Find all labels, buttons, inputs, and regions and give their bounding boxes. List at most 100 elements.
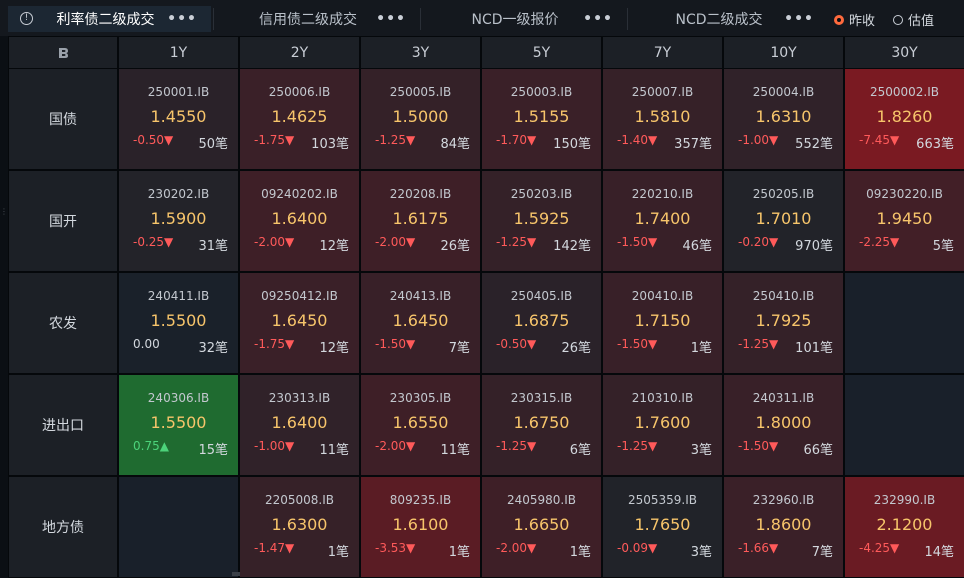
column-header-3y: 3Y (361, 37, 480, 68)
bond-code: 250405.IB (510, 289, 573, 303)
quote-cell[interactable]: 240413.IB 1.6450 -1.50▼ 7笔 (361, 273, 480, 373)
bond-code: 09250412.IB (261, 289, 338, 303)
bond-code: 220210.IB (631, 187, 694, 201)
more-icon[interactable]: ••• (376, 11, 406, 27)
change-bp: -0.09▼ (617, 541, 658, 555)
yield-value: 1.7925 (755, 311, 812, 330)
quote-cell[interactable]: 09230220.IB 1.9450 -2.25▼ 5笔 (845, 171, 964, 271)
resize-handle-icon[interactable] (232, 572, 240, 576)
quote-cell[interactable]: 250007.IB 1.5810 -1.40▼ 357笔 (603, 69, 722, 169)
yield-value: 1.5925 (513, 209, 570, 228)
quote-cell[interactable]: 2205008.IB 1.6300 -1.47▼ 1笔 (240, 477, 359, 577)
more-icon[interactable]: ••• (583, 11, 613, 27)
trade-count: 1笔 (569, 545, 591, 560)
trade-count: 103笔 (311, 137, 349, 152)
bond-code: 250001.IB (147, 85, 210, 99)
column-header-30y: 30Y (845, 37, 964, 68)
tab-ncd-secondary[interactable]: NCD二级成交 ••• (628, 6, 824, 32)
resize-handle-icon[interactable]: ⋮ (0, 208, 8, 218)
radio-valuation[interactable]: 估值 (893, 10, 934, 29)
more-icon[interactable]: ••• (784, 11, 814, 27)
radio-prev-close[interactable]: 昨收 (834, 10, 875, 29)
tab-ncd-primary-quote[interactable]: NCD一级报价 ••• (421, 6, 623, 32)
quote-cell[interactable]: 250410.IB 1.7925 -1.25▼ 101笔 (724, 273, 843, 373)
bond-code: 09240202.IB (261, 187, 338, 201)
radio-label: 昨收 (849, 14, 876, 29)
quote-cell[interactable]: 250405.IB 1.6875 -0.50▼ 26笔 (482, 273, 601, 373)
bond-code: 200410.IB (631, 289, 694, 303)
corner-header (9, 37, 117, 68)
yield-value: 1.8260 (876, 107, 933, 126)
row-header: 进出口 (9, 375, 117, 475)
tab-rate-bond-secondary[interactable]: ! 利率债二级成交 ••• (8, 6, 211, 32)
quote-cell[interactable]: 09250412.IB 1.6450 -1.75▼ 12笔 (240, 273, 359, 373)
bond-code: 09230220.IB (866, 187, 943, 201)
change-bp: -3.53▼ (375, 541, 416, 555)
bond-code: 2205008.IB (264, 493, 335, 507)
trade-count: 5笔 (932, 239, 954, 254)
quote-cell[interactable]: 250203.IB 1.5925 -1.25▼ 142笔 (482, 171, 601, 271)
trade-count: 3笔 (690, 443, 712, 458)
column-header-5y: 5Y (482, 37, 601, 68)
quote-cell[interactable]: 230305.IB 1.6550 -2.00▼ 11笔 (361, 375, 480, 475)
trade-count: 32笔 (198, 341, 228, 356)
tab-credit-bond-secondary[interactable]: 信用债二级成交 ••• (214, 6, 416, 32)
yield-value: 1.6550 (392, 413, 449, 432)
info-icon[interactable]: ! (20, 12, 33, 25)
quote-cell[interactable]: 240411.IB 1.5500 0.00 32笔 (119, 273, 238, 373)
change-bp: -1.50▼ (617, 337, 658, 351)
quote-cell[interactable]: 09240202.IB 1.6400 -2.00▼ 12笔 (240, 171, 359, 271)
change-bp: -1.75▼ (254, 337, 295, 351)
quote-cell[interactable]: 220210.IB 1.7400 -1.50▼ 46笔 (603, 171, 722, 271)
yield-value: 1.6875 (513, 311, 570, 330)
quote-cell[interactable]: 200410.IB 1.7150 -1.50▼ 1笔 (603, 273, 722, 373)
column-header-10y: 10Y (724, 37, 843, 68)
trade-count: 150笔 (553, 137, 591, 152)
tab-label: NCD一级报价 (471, 12, 559, 28)
bond-code: 2505359.IB (627, 493, 698, 507)
change-bp: -7.45▼ (859, 133, 900, 147)
radio-selected-icon (834, 14, 844, 25)
quote-cell[interactable]: 210310.IB 1.7600 -1.25▼ 3笔 (603, 375, 722, 475)
row-header: 地方债 (9, 477, 117, 577)
yield-value: 1.6310 (755, 107, 812, 126)
quote-cell[interactable]: 232990.IB 2.1200 -4.25▼ 14笔 (845, 477, 964, 577)
quote-cell[interactable]: 250006.IB 1.4625 -1.75▼ 103笔 (240, 69, 359, 169)
quote-cell[interactable]: 230202.IB 1.5900 -0.25▼ 31笔 (119, 171, 238, 271)
quote-cell[interactable]: 2500002.IB 1.8260 -7.45▼ 663笔 (845, 69, 964, 169)
quote-cell[interactable]: 250003.IB 1.5155 -1.70▼ 150笔 (482, 69, 601, 169)
column-header-7y: 7Y (603, 37, 722, 68)
quote-cell[interactable]: 230313.IB 1.6400 -1.00▼ 11笔 (240, 375, 359, 475)
quote-cell[interactable]: 230315.IB 1.6750 -1.25▼ 6笔 (482, 375, 601, 475)
quote-cell[interactable]: 250005.IB 1.5000 -1.25▼ 84笔 (361, 69, 480, 169)
bond-code: 240306.IB (147, 391, 210, 405)
quote-cell[interactable]: 2405980.IB 1.6650 -2.00▼ 1笔 (482, 477, 601, 577)
quote-cell[interactable]: 2505359.IB 1.7650 -0.09▼ 3笔 (603, 477, 722, 577)
change-bp: -1.00▼ (254, 439, 295, 453)
more-icon[interactable]: ••• (167, 11, 197, 27)
quote-cell[interactable]: 250205.IB 1.7010 -0.20▼ 970笔 (724, 171, 843, 271)
change-bp: -2.00▼ (375, 439, 416, 453)
change-bp: -1.00▼ (738, 133, 779, 147)
trade-count: 142笔 (553, 239, 591, 254)
tab-label: NCD二级成交 (675, 12, 763, 28)
bond-code: 250005.IB (389, 85, 452, 99)
quote-cell[interactable]: 250004.IB 1.6310 -1.00▼ 552笔 (724, 69, 843, 169)
trade-count: 3笔 (690, 545, 712, 560)
quote-cell[interactable]: 240311.IB 1.8000 -1.50▼ 66笔 (724, 375, 843, 475)
bond-code: 240411.IB (147, 289, 210, 303)
yield-value: 1.6650 (513, 515, 570, 534)
quote-cell[interactable]: 220208.IB 1.6175 -2.00▼ 26笔 (361, 171, 480, 271)
change-bp: -2.00▼ (496, 541, 537, 555)
yield-value: 1.6750 (513, 413, 570, 432)
row-header: 国债 (9, 69, 117, 169)
yield-value: 1.6450 (392, 311, 449, 330)
change-bp: -1.50▼ (738, 439, 779, 453)
quote-cell[interactable]: 232960.IB 1.8600 -1.66▼ 7笔 (724, 477, 843, 577)
change-bp: -1.66▼ (738, 541, 779, 555)
bond-code: 250003.IB (510, 85, 573, 99)
b-logo-icon (59, 47, 68, 58)
quote-cell[interactable]: 809235.IB 1.6100 -3.53▼ 1笔 (361, 477, 480, 577)
quote-cell[interactable]: 240306.IB 1.5500 0.75▲ 15笔 (119, 375, 238, 475)
quote-cell[interactable]: 250001.IB 1.4550 -0.50▼ 50笔 (119, 69, 238, 169)
